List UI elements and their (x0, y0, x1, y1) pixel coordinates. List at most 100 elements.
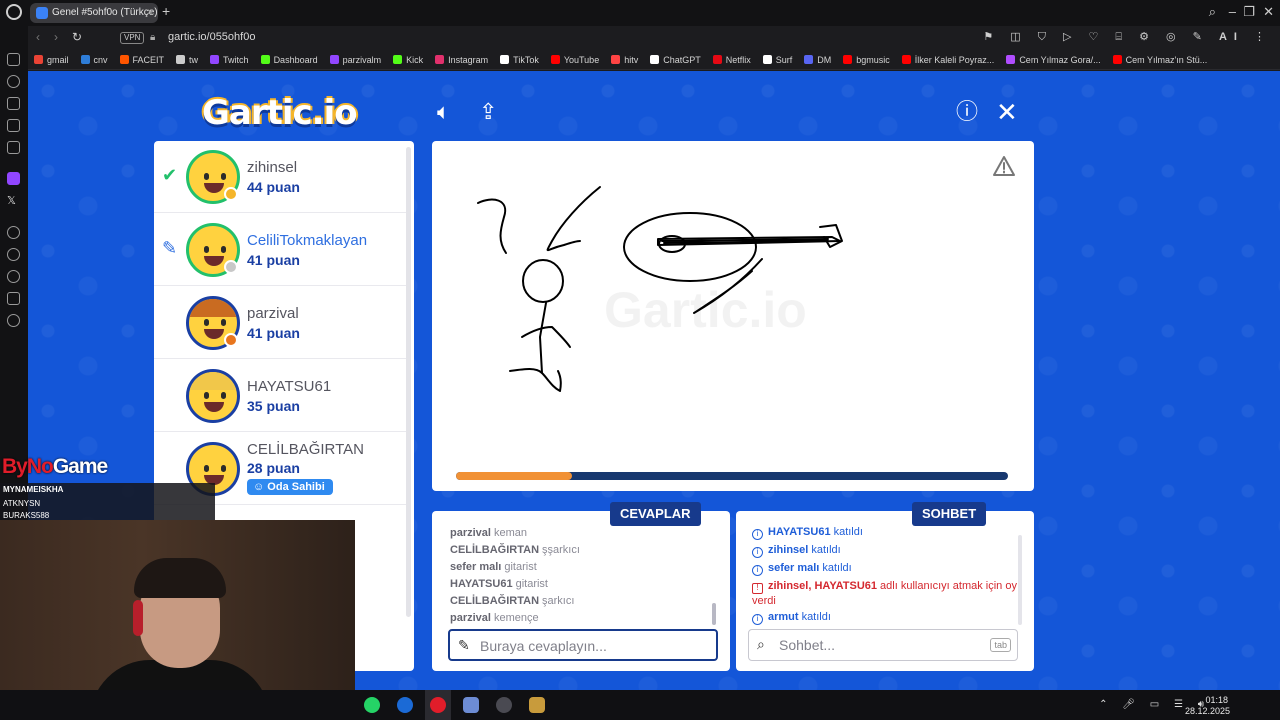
bookmarks-bar: gmail cnv FACEIT tw Twitch Dashboard parzivalm… (28, 50, 1280, 70)
back-icon[interactable]: ‹ (36, 30, 40, 44)
league-icon[interactable] (529, 697, 545, 713)
chat-message: ! zihinsel, HAYATSU61 adlı kullanıcıyı atm… (752, 577, 1018, 608)
player-row[interactable]: ✎ CeliliTokmaklayan 41 puan (154, 214, 406, 286)
bookmark-item[interactable]: Cem Yılmaz Gora/... (1006, 50, 1101, 69)
stroke-body (539, 302, 547, 374)
tab-title: Genel #5ohf0o (Türkçe) (52, 7, 158, 18)
player-name: HAYATSU61 (247, 378, 332, 395)
bookmark-item[interactable]: tw (176, 50, 198, 69)
bookmark-favicon-icon (329, 55, 339, 64)
bookmark-item[interactable]: bgmusic (843, 50, 890, 69)
clock-date[interactable]: 28.12.2025 (1170, 706, 1230, 716)
bookmark-item[interactable]: parzivalm (329, 50, 381, 69)
twitch-icon[interactable] (7, 172, 20, 185)
browser-tab[interactable]: Genel #5ohf0o (Türkçe) × (30, 3, 158, 23)
bookmark-favicon-icon (804, 55, 814, 64)
mail-icon[interactable] (7, 141, 20, 154)
report-warning-icon[interactable] (992, 155, 1016, 177)
chat-list: i HAYATSU61 katıldı i zihinsel katıldı i sefer … (752, 523, 1018, 626)
extensions-icon[interactable] (7, 292, 20, 305)
bookmark-item[interactable]: FACEIT (119, 50, 164, 69)
notes-icon[interactable] (7, 119, 20, 132)
answers-tab[interactable]: CEVAPLAR (610, 502, 701, 526)
obs-icon[interactable] (496, 697, 512, 713)
bookmark-item[interactable]: hitv (611, 50, 638, 69)
chat-scrollbar[interactable] (1018, 535, 1022, 625)
player-name: CELİLBAĞIRTAN (247, 441, 364, 458)
settings-app-icon[interactable] (463, 697, 479, 713)
address-bar: ‹ › ↻ VPN 🔒︎ gartic.io/055ohf0o ⚑ ◫ ⛉ ▷ … (28, 26, 1280, 50)
answer-row: sefer malı gitarist (450, 559, 716, 576)
chat-text: katıldı (833, 526, 863, 538)
vpn-badge[interactable]: VPN (120, 32, 145, 44)
bookmark-item[interactable]: cnv (80, 50, 108, 69)
bookmark-item[interactable]: gmail (34, 50, 69, 69)
bookmark-item[interactable]: Kick (393, 50, 423, 69)
close-window-icon[interactable]: ✕ (1263, 4, 1274, 20)
answer-input[interactable] (480, 636, 680, 656)
minimize-icon[interactable]: – (1229, 4, 1236, 19)
x-icon[interactable]: 𝕏 (7, 194, 20, 207)
history-icon[interactable] (7, 75, 20, 88)
bookmark-item[interactable]: Surf (762, 50, 792, 69)
ai-button[interactable]: AI (1219, 31, 1244, 43)
clock-icon[interactable] (7, 248, 20, 261)
restore-icon[interactable]: ❐ (1243, 4, 1255, 20)
bookmark-item[interactable]: ChatGPT (650, 50, 701, 69)
address-bar-actions[interactable]: ⚑ ◫ ⛉ ▷ ♡ ⌸ ⚙ ◎ ✎ AI ⋮ (983, 30, 1272, 44)
answer-user: parzival (450, 527, 491, 539)
tab-close-button[interactable]: × (147, 3, 153, 23)
answers-scrollbar[interactable] (712, 603, 716, 625)
info-icon[interactable]: ⓘ (956, 101, 978, 123)
answer-text: gitarist (515, 578, 548, 590)
player-row[interactable]: parzival 41 puan (154, 287, 406, 359)
steam-icon[interactable] (397, 697, 413, 713)
lock-icon[interactable]: 🔒︎ (150, 32, 155, 43)
browser-logo-icon[interactable] (6, 4, 22, 20)
forward-icon[interactable]: › (54, 30, 58, 44)
player-icon[interactable] (7, 226, 20, 239)
stroke-shoulders (521, 326, 571, 348)
bookmark-item[interactable]: DM (804, 50, 831, 69)
answer-row: HAYATSU61 gitarist (450, 576, 716, 593)
stroke-right-arm (546, 186, 601, 252)
gartic-favicon-icon (36, 7, 48, 19)
player-row[interactable]: HAYATSU61 35 puan (154, 360, 406, 432)
bookmark-favicon-icon (611, 55, 621, 64)
bookmark-favicon-icon (80, 55, 90, 64)
whatsapp-icon[interactable] (364, 697, 380, 713)
bookmark-item[interactable]: Dashboard (260, 50, 318, 69)
bookmark-label: İlker Kaleli Poyraz... (914, 55, 995, 65)
messenger-icon[interactable] (7, 53, 20, 66)
chat-input[interactable] (779, 635, 979, 655)
clock-time[interactable]: 01:18 (1168, 695, 1228, 705)
downloads-icon[interactable] (7, 270, 20, 283)
players-scrollbar[interactable] (406, 147, 411, 617)
wallet-icon[interactable] (7, 97, 20, 110)
settings-icon[interactable] (7, 314, 20, 327)
url-field[interactable]: gartic.io/055ohf0o (168, 31, 255, 43)
stroke-scroll (819, 224, 843, 248)
exit-icon[interactable]: ✕ (996, 99, 1018, 125)
bookmark-item[interactable]: TikTok (500, 50, 539, 69)
bookmark-favicon-icon (712, 55, 722, 64)
drawing-canvas[interactable]: Gartic.io (432, 141, 1034, 491)
bookmark-item[interactable]: Netflix (712, 50, 751, 69)
round-timer-fill (456, 472, 572, 480)
share-icon[interactable]: ⇪ (479, 101, 497, 123)
player-score: 44 puan (247, 179, 300, 195)
reload-icon[interactable]: ↻ (72, 30, 82, 44)
sound-icon[interactable]: 🔈︎ (437, 101, 450, 123)
bookmark-item[interactable]: İlker Kaleli Poyraz... (901, 50, 995, 69)
chat-message: i armut katıldı (752, 608, 1018, 626)
player-score: 28 puan (247, 460, 300, 476)
bookmark-item[interactable]: Cem Yılmaz'ın Stü... (1112, 50, 1207, 69)
avatar-eye (204, 392, 209, 399)
search-icon[interactable]: ⌕ (1209, 4, 1216, 20)
bookmark-item[interactable]: Instagram (435, 50, 488, 69)
bookmark-item[interactable]: Twitch (210, 50, 249, 69)
bookmark-item[interactable]: YouTube (550, 50, 599, 69)
player-row[interactable]: ✔ zihinsel 44 puan (154, 141, 406, 213)
new-tab-button[interactable]: + (162, 3, 170, 19)
opera-icon[interactable] (430, 697, 446, 713)
